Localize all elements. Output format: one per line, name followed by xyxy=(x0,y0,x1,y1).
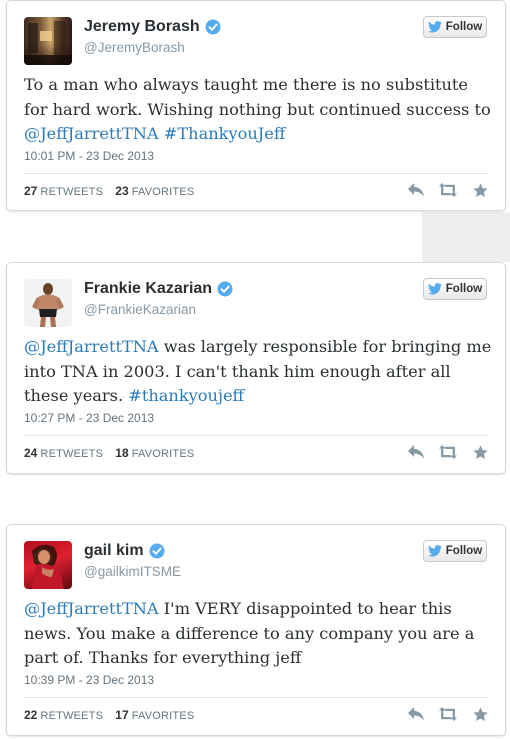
star-icon[interactable] xyxy=(471,705,489,723)
favorites-label: FAVORITES xyxy=(131,448,195,460)
follow-button[interactable]: Follow xyxy=(423,540,487,562)
tweet-actions xyxy=(393,181,489,199)
tweet-card-frankie-kazarian: Frankie Kazarian @FrankieKazarian Follow… xyxy=(6,262,506,474)
tweet-actions xyxy=(393,443,489,461)
retweets-label: RETWEETS xyxy=(40,710,104,722)
follow-button-label: Follow xyxy=(445,545,483,557)
follow-button[interactable]: Follow xyxy=(423,278,487,300)
divider xyxy=(24,173,488,174)
tweet-stats: 27 RETWEETS 23 FAVORITES xyxy=(24,184,194,198)
avatar[interactable] xyxy=(24,279,72,327)
retweet-count[interactable]: 22 xyxy=(24,708,37,722)
favorites-label: FAVORITES xyxy=(131,186,195,198)
star-icon[interactable] xyxy=(471,443,489,461)
author-name[interactable]: Jeremy Borash xyxy=(84,18,200,36)
mention-link[interactable]: @JeffJarrettTNA xyxy=(24,337,159,356)
author-handle[interactable]: @FrankieKazarian xyxy=(84,302,196,317)
divider xyxy=(24,435,488,436)
hashtag-link[interactable]: #ThankyouJeff xyxy=(164,124,286,143)
verified-badge-icon xyxy=(205,19,221,35)
author-name-row: Frankie Kazarian xyxy=(84,279,233,299)
mention-link[interactable]: @JeffJarrettTNA xyxy=(24,124,159,143)
retweet-icon[interactable] xyxy=(439,705,457,723)
follow-button-label: Follow xyxy=(445,283,483,295)
retweets-label: RETWEETS xyxy=(40,186,104,198)
follow-button-label: Follow xyxy=(445,21,483,33)
retweet-icon[interactable] xyxy=(439,181,457,199)
tweet-card-jeremy-borash: Jeremy Borash @JeremyBorash Follow To a … xyxy=(6,0,506,211)
favorite-count[interactable]: 18 xyxy=(115,446,128,460)
tweet-timestamp[interactable]: 10:01 PM - 23 Dec 2013 xyxy=(24,149,154,163)
retweet-count[interactable]: 24 xyxy=(24,446,37,460)
tweet-card-gail-kim: gail kim @gailkimITSME Follow @JeffJarre… xyxy=(6,524,506,736)
star-icon[interactable] xyxy=(471,181,489,199)
hashtag-link[interactable]: #thankyoujeff xyxy=(128,386,244,405)
divider xyxy=(24,697,488,698)
tweet-stats: 24 RETWEETS 18 FAVORITES xyxy=(24,446,194,460)
tweet-text: To a man who always taught me there is n… xyxy=(24,73,494,147)
mention-link[interactable]: @JeffJarrettTNA xyxy=(24,599,159,618)
tweet-timestamp[interactable]: 10:27 PM - 23 Dec 2013 xyxy=(24,411,154,425)
follow-button[interactable]: Follow xyxy=(423,16,487,38)
avatar[interactable] xyxy=(24,541,72,589)
favorites-label: FAVORITES xyxy=(131,710,195,722)
tweet-text-segment: To a man who always taught me there is n… xyxy=(24,75,491,119)
reply-icon[interactable] xyxy=(407,181,425,199)
author-name-row: gail kim xyxy=(84,541,165,561)
avatar[interactable] xyxy=(24,17,72,65)
retweets-label: RETWEETS xyxy=(40,448,104,460)
reply-icon[interactable] xyxy=(407,705,425,723)
author-name-row: Jeremy Borash xyxy=(84,17,221,37)
reply-icon[interactable] xyxy=(407,443,425,461)
retweet-icon[interactable] xyxy=(439,443,457,461)
favorite-count[interactable]: 23 xyxy=(115,184,128,198)
favorite-count[interactable]: 17 xyxy=(115,708,128,722)
background-patch xyxy=(422,212,510,262)
tweet-actions xyxy=(393,705,489,723)
tweet-stats: 22 RETWEETS 17 FAVORITES xyxy=(24,708,194,722)
retweet-count[interactable]: 27 xyxy=(24,184,37,198)
tweet-text: @JeffJarrettTNA I'm VERY disappointed to… xyxy=(24,597,494,671)
author-handle[interactable]: @JeremyBorash xyxy=(84,40,185,55)
verified-badge-icon xyxy=(217,281,233,297)
author-handle[interactable]: @gailkimITSME xyxy=(84,564,181,579)
tweet-timestamp[interactable]: 10:39 PM - 23 Dec 2013 xyxy=(24,673,154,687)
twitter-bird-icon xyxy=(427,21,442,33)
verified-badge-icon xyxy=(149,543,165,559)
author-name[interactable]: gail kim xyxy=(84,542,144,560)
twitter-bird-icon xyxy=(427,545,442,557)
tweet-text: @JeffJarrettTNA was largely responsible … xyxy=(24,335,494,409)
twitter-bird-icon xyxy=(427,283,442,295)
author-name[interactable]: Frankie Kazarian xyxy=(84,280,212,298)
